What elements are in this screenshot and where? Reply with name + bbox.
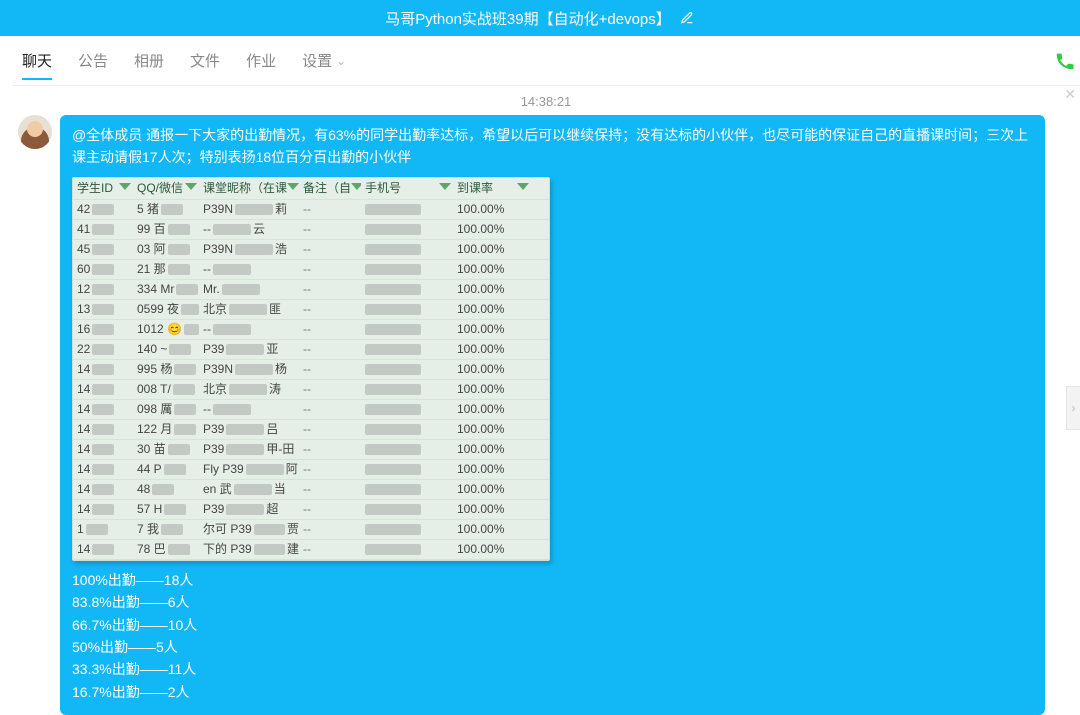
table-row: 22140 ~P39亚--100.00% [73,340,549,360]
stats-line: 66.7%出勤——10人 [72,614,1033,636]
edit-title-icon[interactable] [679,10,695,26]
table-row: 425 猪P39N莉--100.00% [73,200,549,220]
titlebar: 马哥Python实战班39期【自动化+devops】 [0,0,1080,36]
stats-line: 33.3%出勤——11人 [72,658,1033,680]
filter-icon[interactable] [351,182,359,194]
table-row: 6021 那----100.00% [73,260,549,280]
tab-announce[interactable]: 公告 [78,50,108,79]
tab-album[interactable]: 相册 [134,50,164,79]
table-row: 1457 HP39超--100.00% [73,500,549,520]
col-note: 备注（自 [299,179,361,198]
table-row: 14098 厲----100.00% [73,400,549,420]
table-row: 12334 MrMr.--100.00% [73,280,549,300]
filter-icon[interactable] [287,182,297,194]
filter-icon[interactable] [517,182,529,194]
tab-files[interactable]: 文件 [190,50,220,79]
chevron-down-icon: ⌄ [336,54,346,68]
mention: @全体成员 [72,127,142,143]
table-row: 4199 百--云--100.00% [73,220,549,240]
filter-icon[interactable] [119,182,131,194]
col-rate: 到课率 [453,179,531,198]
filter-icon[interactable] [439,182,451,194]
tab-homework[interactable]: 作业 [246,50,276,79]
attendance-table: 学生ID QQ/微信 课堂昵称（在课 备注（自 手机号 到课率 425 猪P39… [72,177,550,561]
col-phone: 手机号 [361,179,453,198]
table-row: 130599 夜北京匪--100.00% [73,300,549,320]
stats-list: 100%出勤——18人83.8%出勤——6人66.7%出勤——10人50%出勤—… [72,569,1033,703]
table-header: 学生ID QQ/微信 课堂昵称（在课 备注（自 手机号 到课率 [73,178,549,200]
message-bubble: @全体成员 通报一下大家的出勤情况，有63%的同学出勤率达标，希望以后可以继续保… [60,115,1045,715]
table-row: 1444 PFly P39阿--100.00% [73,460,549,480]
avatar[interactable] [18,115,52,149]
expand-sidepanel[interactable]: › [1066,386,1080,430]
message-row: @全体成员 通报一下大家的出勤情况，有63%的同学出勤率达标，希望以后可以继续保… [12,115,1080,715]
col-qq: QQ/微信 [133,179,199,198]
table-row: 1478 巴下的 P39建--100.00% [73,540,549,560]
table-row: 14995 杨P39N杨--100.00% [73,360,549,380]
stats-line: 100%出勤——18人 [72,569,1033,591]
table-row: 1430 苗P39甲-田--100.00% [73,440,549,460]
call-icon[interactable] [1054,50,1076,76]
table-row: 161012 😊----100.00% [73,320,549,340]
stats-line: 50%出勤——5人 [72,636,1033,658]
window-title: 马哥Python实战班39期【自动化+devops】 [385,8,671,29]
tab-settings[interactable]: 设置 ⌄ [302,50,346,79]
table-row: 4503 阿P39N浩--100.00% [73,240,549,260]
stats-line: 16.7%出勤——2人 [72,681,1033,703]
table-row: 14122 月P39吕--100.00% [73,420,549,440]
col-nickname: 课堂昵称（在课 [199,179,299,198]
table-row: 1448en 武当--100.00% [73,480,549,500]
filter-icon[interactable] [185,182,197,194]
tab-settings-label: 设置 [302,50,332,71]
close-icon[interactable]: ✕ [1064,86,1076,103]
table-row: 17 我尔可 P39贾--100.00% [73,520,549,540]
table-row: 14008 T/北京涛--100.00% [73,380,549,400]
timestamp: 14:38:21 [12,86,1080,115]
message-body: 通报一下大家的出勤情况，有63%的同学出勤率达标，希望以后可以继续保持；没有达标… [72,127,1028,165]
col-student-id: 学生ID [73,179,133,198]
stats-line: 83.8%出勤——6人 [72,591,1033,613]
tab-bar: 聊天 公告 相册 文件 作业 设置 ⌄ [12,36,1080,86]
tab-chat[interactable]: 聊天 [22,50,52,79]
